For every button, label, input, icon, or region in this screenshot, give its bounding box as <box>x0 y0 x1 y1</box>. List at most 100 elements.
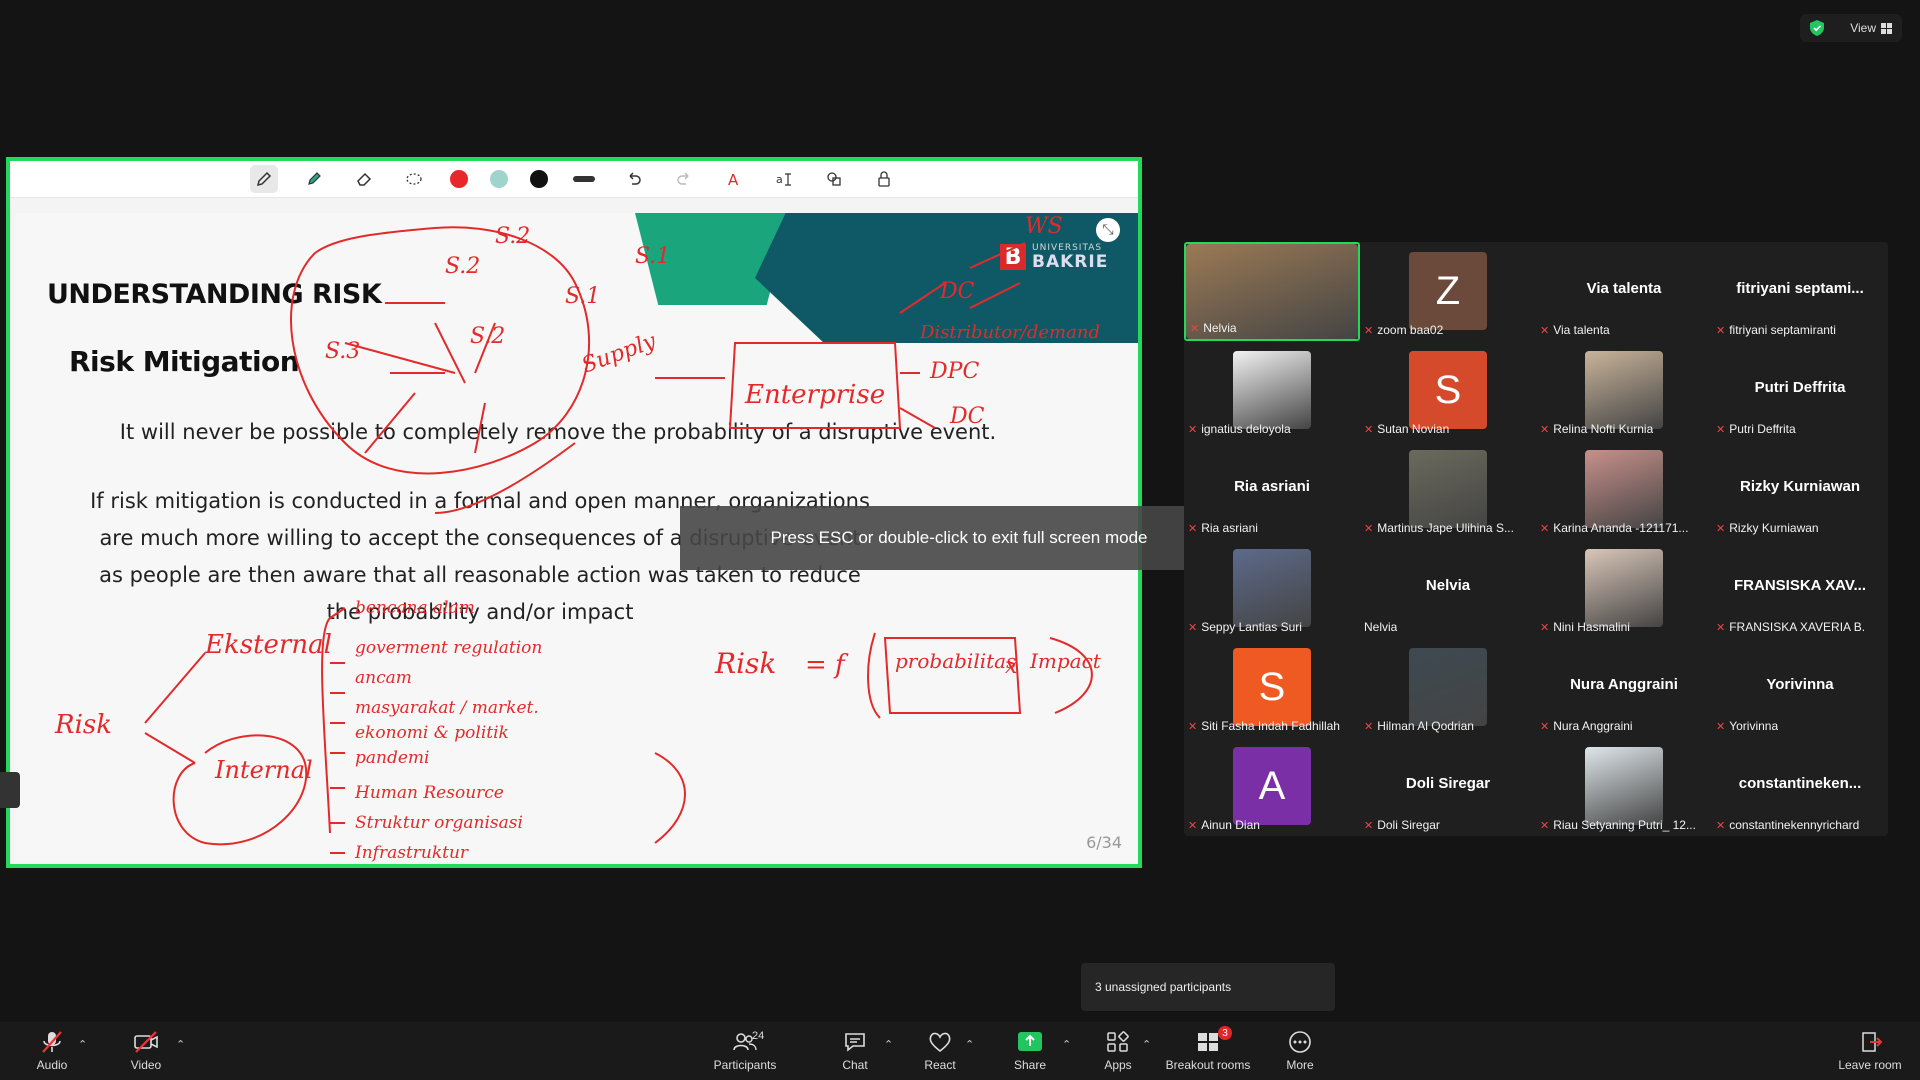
participant-display-name: Nelvia <box>1425 577 1471 594</box>
undo-button[interactable] <box>620 165 648 193</box>
view-control[interactable]: View <box>1800 14 1902 42</box>
participant-name-label: ✕ Ainun Dian <box>1188 818 1260 832</box>
participant-tile[interactable]: Yorivinna ✕ Yorivinna <box>1712 638 1888 737</box>
svg-text:a: a <box>776 173 783 186</box>
mic-muted-icon: ✕ <box>1188 522 1198 535</box>
mic-muted-icon <box>42 1031 62 1053</box>
shapes-icon <box>827 172 841 186</box>
participant-tile[interactable]: ✕ ignatius deloyola <box>1184 341 1360 440</box>
participant-tile[interactable]: Via talenta ✕ Via talenta <box>1536 242 1712 341</box>
participant-tile[interactable]: constantineken... ✕ constantinekennyrichar… <box>1712 737 1888 836</box>
participant-tile[interactable]: ✕ Hilman Al Qodrian <box>1360 638 1536 737</box>
participant-tile[interactable]: Nelvia Nelvia <box>1360 539 1536 638</box>
participant-tile[interactable]: ✕ Riau Setyaning Putri_ 12... <box>1536 737 1712 836</box>
participant-name: Rizky Kurniawan <box>1729 521 1819 535</box>
breakout-rooms-button[interactable]: 3 Breakout rooms <box>1164 1022 1252 1080</box>
participant-tile[interactable]: ✕ Relina Nofti Kurnia <box>1536 341 1712 440</box>
mic-muted-icon: ✕ <box>1364 324 1374 337</box>
ink-item-4: masyarakat / market. <box>355 698 539 718</box>
chat-caret-icon[interactable]: ⌃ <box>884 1038 893 1051</box>
participant-name-label: ✕ Nelvia <box>1190 321 1237 335</box>
participant-tile[interactable]: FRANSISKA XAV... ✕ FRANSISKA XAVERIA B. <box>1712 539 1888 638</box>
ink-risk-left: Risk <box>54 710 112 740</box>
highlighter-tool-button[interactable] <box>300 165 328 193</box>
react-caret-icon[interactable]: ⌃ <box>965 1038 974 1051</box>
mic-muted-icon: ✕ <box>1364 819 1374 832</box>
video-caret-icon[interactable]: ⌃ <box>176 1038 185 1051</box>
participant-tile[interactable]: S ✕ Siti Fasha Indah Fadhillah <box>1184 638 1360 737</box>
participant-name: Ria asriani <box>1201 521 1258 535</box>
side-panel-handle[interactable] <box>0 772 20 808</box>
participant-tile[interactable]: ✕ Martinus Jape Ulihina S... <box>1360 440 1536 539</box>
participant-tile[interactable]: Rizky Kurniawan ✕ Rizky Kurniawan <box>1712 440 1888 539</box>
participant-tile[interactable]: ✕ Nelvia <box>1184 242 1360 341</box>
ink-distributor: Distributor/demand <box>919 322 1100 343</box>
line-width-button[interactable] <box>570 165 598 193</box>
participant-name: ignatius deloyola <box>1201 422 1291 436</box>
chat-label: Chat <box>842 1058 868 1072</box>
participant-tile[interactable]: ✕ Karina Ananda -121171... <box>1536 440 1712 539</box>
chat-icon <box>845 1033 865 1052</box>
ink-internal: Internal <box>214 756 313 784</box>
mic-muted-icon: ✕ <box>1540 324 1550 337</box>
participant-tile[interactable]: Putri Deffrita ✕ Putri Deffrita <box>1712 341 1888 440</box>
participant-display-name: fitriyani septami... <box>1736 280 1864 297</box>
participant-tile[interactable]: ✕ Seppy Lantias Suri <box>1184 539 1360 638</box>
save-annotation-button[interactable] <box>870 165 898 193</box>
participant-name: Ainun Dian <box>1201 818 1260 832</box>
participant-tile[interactable]: Doli Siregar ✕ Doli Siregar <box>1360 737 1536 836</box>
participant-tile[interactable]: A ✕ Ainun Dian <box>1184 737 1360 836</box>
apps-button[interactable]: Apps <box>1096 1022 1140 1080</box>
text-tool-button[interactable]: a <box>770 165 798 193</box>
avatar-photo <box>1585 747 1663 825</box>
video-button[interactable]: Video <box>124 1022 168 1080</box>
pen-tool-button[interactable] <box>250 165 278 193</box>
participant-tile[interactable]: Ria asriani ✕ Ria asriani <box>1184 440 1360 539</box>
audio-caret-icon[interactable]: ⌃ <box>78 1038 87 1051</box>
annotation-toolbar: A a <box>10 161 1138 198</box>
participant-name-label: ✕ Karina Ananda -121171... <box>1540 521 1688 535</box>
color-black-swatch[interactable] <box>530 170 548 188</box>
participant-tile[interactable]: Z ✕ zoom baa02 <box>1360 242 1536 341</box>
text-box-icon: a <box>776 173 791 186</box>
view-label: View <box>1850 21 1876 35</box>
participant-display-name: Via talenta <box>1586 280 1662 297</box>
leave-room-icon <box>1862 1032 1883 1052</box>
avatar-photo <box>1409 648 1487 726</box>
participant-name-label: ✕ Via talenta <box>1540 323 1610 337</box>
leave-room-button[interactable]: Leave room <box>1834 1022 1906 1080</box>
shapes-tool-button[interactable] <box>820 165 848 193</box>
share-label: Share <box>1013 1058 1047 1072</box>
ink-s1-right: S.1 <box>635 244 670 269</box>
share-caret-icon[interactable]: ⌃ <box>1062 1038 1071 1051</box>
participant-tile[interactable]: fitriyani septami... ✕ fitriyani septamira… <box>1712 242 1888 341</box>
chat-button[interactable]: Chat <box>833 1022 877 1080</box>
avatar-letter: S <box>1409 351 1487 429</box>
participant-name-label: ✕ FRANSISKA XAVERIA B. <box>1716 620 1865 634</box>
share-button[interactable]: Share <box>1008 1022 1052 1080</box>
apps-caret-icon[interactable]: ⌃ <box>1142 1038 1151 1051</box>
lasso-tool-button[interactable] <box>400 165 428 193</box>
participant-name-label: ✕ Rizky Kurniawan <box>1716 521 1819 535</box>
breakout-popup: 3 unassigned participants <box>1081 963 1335 1011</box>
participant-name-label: ✕ Relina Nofti Kurnia <box>1540 422 1653 436</box>
more-button[interactable]: More <box>1278 1022 1322 1080</box>
participant-tile[interactable]: S ✕ Sutan Novian <box>1360 341 1536 440</box>
format-button[interactable]: A <box>720 165 748 193</box>
audio-button[interactable]: Audio <box>30 1022 74 1080</box>
fullscreen-tip: Press ESC or double-click to exit full s… <box>680 506 1238 570</box>
react-button[interactable]: React <box>918 1022 962 1080</box>
react-label: React <box>924 1058 956 1072</box>
participant-name: Putri Deffrita <box>1729 422 1796 436</box>
color-red-swatch[interactable] <box>450 170 468 188</box>
eraser-tool-button[interactable] <box>350 165 378 193</box>
participants-button[interactable]: 24 Participants <box>710 1022 780 1080</box>
participant-name-label: ✕ Siti Fasha Indah Fadhillah <box>1188 719 1340 733</box>
participant-tile[interactable]: ✕ Nini Hasmalini <box>1536 539 1712 638</box>
participant-tile[interactable]: Nura Anggraini ✕ Nura Anggraini <box>1536 638 1712 737</box>
ink-formula-x: x <box>1005 654 1018 679</box>
participant-name: Sutan Novian <box>1377 422 1450 436</box>
redo-button[interactable] <box>670 165 698 193</box>
color-teal-swatch[interactable] <box>490 170 508 188</box>
participant-name: Hilman Al Qodrian <box>1377 719 1474 733</box>
